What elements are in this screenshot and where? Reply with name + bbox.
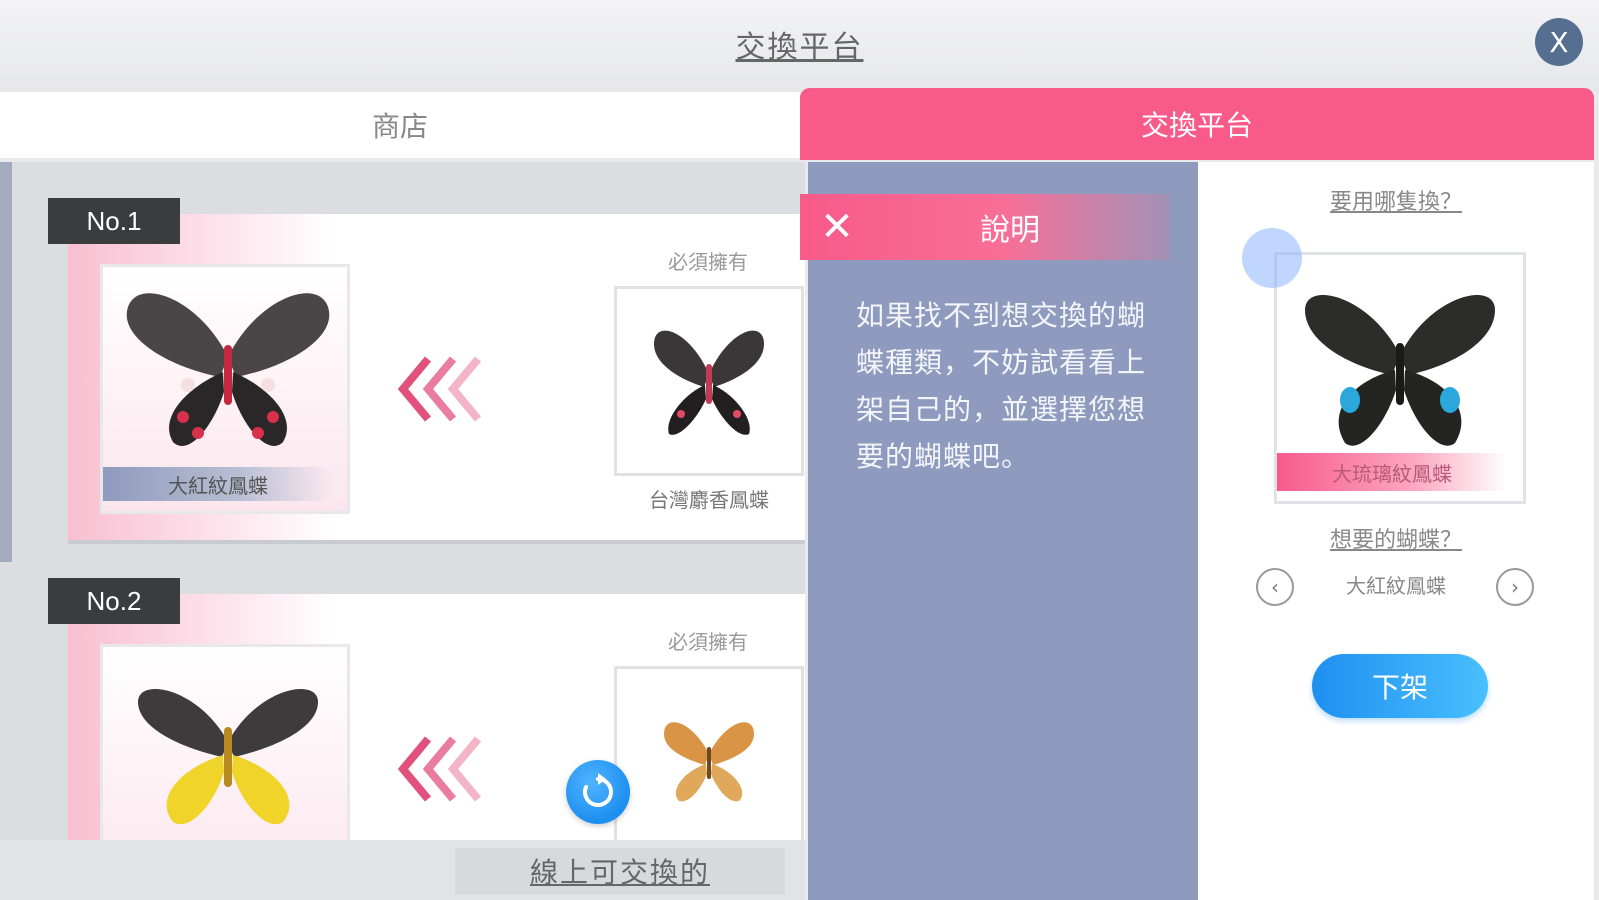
tab-exchange[interactable]: 交換平台 <box>800 88 1594 160</box>
butterfly-image <box>126 293 330 446</box>
selected-want-name: 大紅紋鳳蝶 <box>1346 574 1446 598</box>
offered-butterfly-box <box>100 644 350 840</box>
selection-indicator <box>1242 228 1302 288</box>
offered-butterfly-box: 大紅紋鳳蝶 <box>100 264 350 514</box>
listing-card[interactable]: 大紅紋鳳蝶 必須擁有 台灣麝香鳳蝶 <box>68 214 805 544</box>
info-header: ✕ 說明 <box>800 194 1170 260</box>
listing-area: No.1 大紅紋鳳蝶 必須擁有 台灣麝香鳳蝶 No.2 必須擁有 <box>0 162 805 840</box>
listing-number-badge: No.1 <box>48 198 180 244</box>
required-label: 必須擁有 <box>668 250 748 274</box>
exchange-arrows-icon <box>398 354 498 424</box>
scroll-edge <box>0 162 12 562</box>
tab-shop[interactable]: 商店 <box>0 92 800 158</box>
butterfly-image <box>654 330 764 435</box>
info-close-button[interactable]: ✕ <box>814 204 860 250</box>
next-want-button[interactable]: › <box>1496 568 1534 606</box>
want-question: 想要的蝴蝶？ <box>1329 528 1462 553</box>
my-offer-name: 大琉璃紋鳳蝶 <box>1277 453 1507 491</box>
refresh-button[interactable] <box>566 760 630 824</box>
prev-want-button[interactable]: ‹ <box>1256 568 1294 606</box>
info-title: 說明 <box>980 213 1040 248</box>
close-icon: X <box>1549 25 1569 59</box>
butterfly-image <box>138 689 318 825</box>
close-button[interactable]: X <box>1535 18 1583 66</box>
offered-butterfly-name: 大紅紋鳳蝶 <box>103 467 333 501</box>
butterfly-image <box>1305 295 1495 446</box>
my-offer-card[interactable]: 大琉璃紋鳳蝶 <box>1274 252 1526 504</box>
close-icon: ✕ <box>820 204 854 250</box>
listing-card[interactable]: 必須擁有 <box>68 594 805 840</box>
tab-bar: 商店 交換平台 <box>0 88 1599 160</box>
my-listing-panel: 要用哪隻換？ 大琉璃紋鳳蝶 想要的蝴蝶？ ‹ 大紅紋鳳蝶 › 下架 <box>1198 162 1594 900</box>
online-exchange-link[interactable]: 線上可交換的 <box>455 848 785 894</box>
butterfly-image <box>664 722 754 802</box>
top-bar: 交換平台 X <box>0 0 1599 92</box>
required-butterfly-name: 台灣麝香鳳蝶 <box>649 488 769 512</box>
required-butterfly-box <box>614 666 804 840</box>
offer-question: 要用哪隻換？ <box>1329 190 1462 215</box>
refresh-icon <box>583 773 613 807</box>
unlist-button[interactable]: 下架 <box>1312 654 1488 718</box>
page-title: 交換平台 <box>735 30 864 65</box>
exchange-arrows-icon <box>398 734 498 804</box>
listing-number-badge: No.2 <box>48 578 180 624</box>
info-panel: ✕ 說明 如果找不到想交換的蝴蝶種類，不妨試看看上架自己的，並選擇您想要的蝴蝶吧… <box>800 162 1198 900</box>
chevron-right-icon: › <box>1511 575 1519 599</box>
required-label: 必須擁有 <box>668 630 748 654</box>
chevron-left-icon: ‹ <box>1271 575 1279 599</box>
info-body: 如果找不到想交換的蝴蝶種類，不妨試看看上架自己的，並選擇您想要的蝴蝶吧。 <box>856 299 1147 473</box>
required-butterfly-box <box>614 286 804 476</box>
